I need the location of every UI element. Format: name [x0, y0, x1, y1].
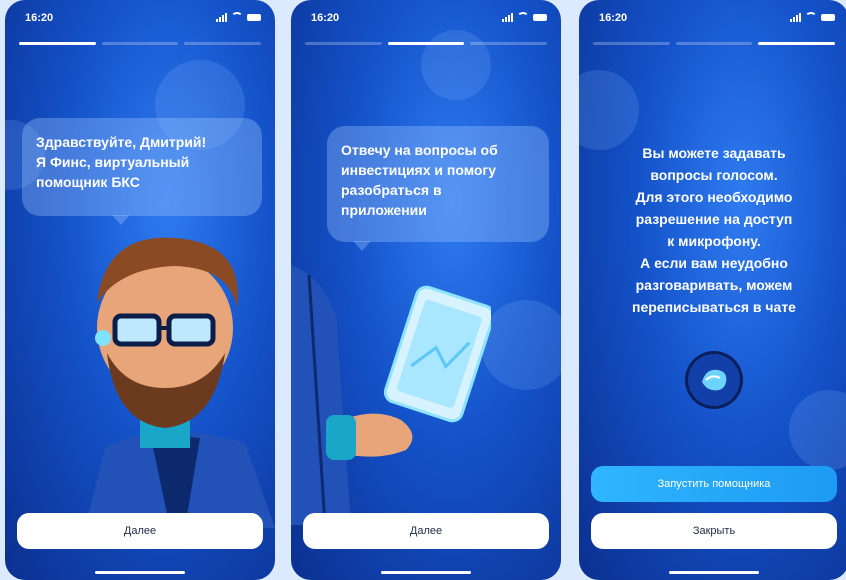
info-line: разрешение на доступ [635, 211, 793, 227]
status-time: 16:20 [599, 12, 628, 24]
onboarding-screen-3: 16:20 Вы можете задавать вопросы голосом… [579, 0, 846, 580]
close-button[interactable]: Закрыть [591, 513, 837, 549]
progress-segment [470, 42, 548, 45]
battery-icon [533, 13, 547, 21]
launch-assistant-button[interactable]: Запустить помощника [591, 466, 837, 502]
assistant-logo-icon [685, 351, 743, 409]
wifi-icon [231, 12, 243, 22]
status-bar: 16:20 [5, 10, 275, 28]
progress-segment [19, 42, 96, 45]
progress-segment [387, 42, 465, 45]
progress-segment [675, 42, 753, 45]
speech-bubble: Здравствуйте, Дмитрий! Я Финс, виртуальн… [22, 118, 262, 225]
bubble-line: инвестициях и помогу [341, 162, 497, 178]
info-line: Вы можете задавать [642, 145, 786, 161]
home-indicator [381, 571, 471, 574]
info-line: вопросы голосом. [650, 167, 778, 183]
signal-icon [502, 12, 513, 22]
bubble-line: помощник БКС [36, 174, 140, 190]
progress-segment [593, 42, 670, 45]
background-bubble [579, 70, 639, 150]
progress-segment [758, 42, 836, 45]
story-progress [19, 42, 262, 45]
home-indicator [95, 571, 185, 574]
speech-bubble: Отвечу на вопросы об инвестициях и помог… [327, 126, 549, 251]
wifi-icon [805, 12, 817, 22]
info-line: к микрофону. [667, 233, 761, 249]
info-line: Для этого необходимо [635, 189, 793, 205]
story-progress [593, 42, 836, 45]
status-time: 16:20 [25, 12, 54, 24]
bubble-line: Я Финс, виртуальный [36, 154, 190, 170]
onboarding-screen-2: 16:20 Отвечу на вопросы об инвестициях и… [291, 0, 561, 580]
signal-icon [216, 12, 227, 22]
info-line: А если вам неудобно [640, 255, 788, 271]
assistant-character-illustration [85, 237, 275, 528]
progress-segment [305, 42, 382, 45]
assistant-with-tablet-illustration [291, 265, 491, 525]
background-bubble [421, 30, 491, 100]
progress-segment [184, 42, 262, 45]
battery-icon [821, 13, 835, 21]
story-progress [305, 42, 548, 45]
bubble-line: разобраться в [341, 182, 442, 198]
home-indicator [669, 571, 759, 574]
status-time: 16:20 [311, 12, 340, 24]
status-bar: 16:20 [291, 10, 561, 28]
bubble-line: Здравствуйте, Дмитрий! [36, 134, 207, 150]
wifi-icon [517, 12, 529, 22]
bubble-line: Отвечу на вопросы об [341, 142, 498, 158]
info-line: разговаривать, можем [635, 277, 793, 293]
background-bubble [481, 300, 561, 390]
background-bubble [789, 390, 846, 470]
signal-icon [790, 12, 801, 22]
progress-segment [101, 42, 179, 45]
info-line: переписываться в чате [632, 299, 796, 315]
status-bar: 16:20 [579, 10, 846, 28]
bubble-line: приложении [341, 202, 427, 218]
next-button[interactable]: Далее [17, 513, 263, 549]
next-button[interactable]: Далее [303, 513, 549, 549]
battery-icon [247, 13, 261, 21]
voice-permission-text: Вы можете задавать вопросы голосом. Для … [591, 142, 837, 318]
onboarding-screen-1: 16:20 Здравствуйте, Дмитрий! Я Финс, вир… [5, 0, 275, 580]
